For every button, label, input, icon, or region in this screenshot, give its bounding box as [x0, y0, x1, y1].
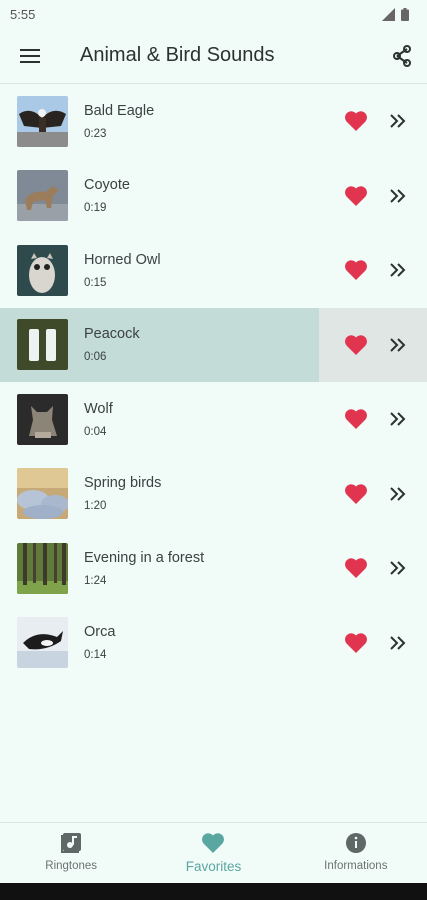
double-chevron-right-icon	[390, 412, 406, 426]
battery-icon	[401, 7, 409, 21]
coyote-thumbnail	[17, 170, 68, 222]
horned-owl-thumbnail	[17, 244, 68, 296]
sound-name: Bald Eagle	[84, 102, 155, 119]
status-time: 5:55	[10, 6, 36, 22]
sound-duration: 0:04	[84, 425, 107, 438]
sound-info: Evening in a forest 1:24	[84, 550, 343, 587]
favorite-button[interactable]	[343, 257, 369, 283]
sound-duration: 0:14	[84, 649, 107, 662]
sound-info: Spring birds 1:20	[84, 475, 343, 512]
double-chevron-right-icon	[390, 114, 406, 128]
sound-duration: 1:20	[84, 500, 107, 513]
nav-ringtones-label: Ringtones	[45, 860, 98, 872]
nav-informations[interactable]: Informations	[285, 823, 427, 883]
sound-info: Peacock 0:06	[84, 326, 343, 363]
sound-row[interactable]: Coyote 0:19	[0, 159, 427, 234]
heart-icon	[345, 260, 367, 281]
sound-name: Horned Owl	[84, 251, 161, 268]
bald-eagle-thumbnail	[17, 95, 68, 147]
heart-icon	[345, 335, 367, 355]
sound-info: Wolf 0:04	[84, 401, 343, 438]
play-button[interactable]	[385, 257, 411, 283]
favorite-button[interactable]	[343, 108, 369, 134]
wolf-thumbnail	[17, 393, 68, 445]
play-button[interactable]	[385, 481, 411, 507]
spring-birds-thumbnail	[17, 468, 68, 520]
nav-favorites-label: Favorites	[185, 859, 242, 874]
sound-name: Wolf	[84, 400, 113, 417]
favorite-button[interactable]	[343, 481, 369, 507]
orca-thumbnail	[17, 617, 68, 669]
sound-row[interactable]: Orca 0:14	[0, 606, 427, 681]
sound-name: Spring birds	[84, 475, 162, 492]
heart-icon	[345, 558, 367, 579]
status-icons	[382, 7, 409, 21]
sound-info: Horned Owl 0:15	[84, 252, 343, 289]
hamburger-menu-icon	[20, 48, 40, 63]
sound-duration: 0:06	[84, 351, 107, 364]
double-chevron-right-icon	[390, 263, 406, 277]
sound-name: Evening in a forest	[84, 549, 205, 566]
sound-duration: 0:15	[84, 276, 107, 289]
app-bar: Animal & Bird Sounds	[0, 28, 427, 84]
play-button[interactable]	[385, 406, 411, 432]
signal-icon	[382, 7, 395, 21]
double-chevron-right-icon	[390, 189, 406, 203]
sound-name: Orca	[84, 624, 116, 641]
menu-button[interactable]	[0, 28, 60, 84]
favorite-button[interactable]	[343, 406, 369, 432]
sound-info: Bald Eagle 0:23	[84, 103, 343, 140]
sound-list: Bald Eagle 0:23 Coyote 0:19 Horned Owl 0…	[0, 84, 427, 680]
bottom-navigation: Ringtones Favorites Informations	[0, 822, 427, 883]
sound-duration: 0:19	[84, 202, 107, 215]
sound-duration: 1:24	[84, 574, 107, 587]
double-chevron-right-icon	[390, 487, 406, 501]
sound-info: Coyote 0:19	[84, 177, 343, 214]
play-button[interactable]	[385, 108, 411, 134]
peacock-thumbnail	[17, 319, 68, 371]
favorite-button[interactable]	[343, 183, 369, 209]
double-chevron-right-icon	[390, 636, 406, 650]
favorite-button[interactable]	[343, 630, 369, 656]
play-button[interactable]	[385, 630, 411, 656]
status-bar: 5:55	[0, 0, 427, 28]
heart-icon	[345, 633, 367, 653]
app-title: Animal & Bird Sounds	[80, 44, 275, 66]
share-button[interactable]	[377, 28, 427, 84]
sound-info: Orca 0:14	[84, 624, 343, 661]
sound-duration: 0:23	[84, 127, 107, 140]
sound-row[interactable]: Horned Owl 0:15	[0, 233, 427, 308]
nav-ringtones[interactable]: Ringtones	[0, 823, 142, 883]
play-button[interactable]	[385, 332, 411, 358]
sound-row[interactable]: Wolf 0:04	[0, 382, 427, 457]
nav-favorites[interactable]: Favorites	[142, 823, 284, 883]
double-chevron-right-icon	[390, 561, 406, 575]
music-note-icon	[61, 833, 82, 853]
play-button[interactable]	[385, 183, 411, 209]
favorite-button[interactable]	[343, 555, 369, 581]
heart-icon	[345, 111, 367, 132]
sound-row-selected[interactable]: Peacock 0:06	[0, 307, 427, 382]
nav-informations-label: Informations	[324, 860, 388, 872]
sound-row[interactable]: Evening in a forest 1:24	[0, 531, 427, 606]
sound-name: Coyote	[84, 177, 130, 194]
sound-name: Peacock	[84, 326, 140, 343]
system-navigation-bar	[0, 883, 427, 900]
info-icon	[345, 833, 366, 853]
double-chevron-right-icon	[390, 338, 406, 352]
heart-icon	[345, 186, 367, 206]
sound-row[interactable]: Bald Eagle 0:23	[0, 84, 427, 159]
share-icon	[393, 44, 411, 67]
play-button[interactable]	[385, 555, 411, 581]
favorite-button[interactable]	[343, 332, 369, 358]
heart-icon	[345, 409, 367, 430]
forest-thumbnail	[17, 542, 68, 594]
heart-icon	[202, 833, 225, 853]
heart-icon	[345, 484, 367, 504]
sound-row[interactable]: Spring birds 1:20	[0, 457, 427, 532]
